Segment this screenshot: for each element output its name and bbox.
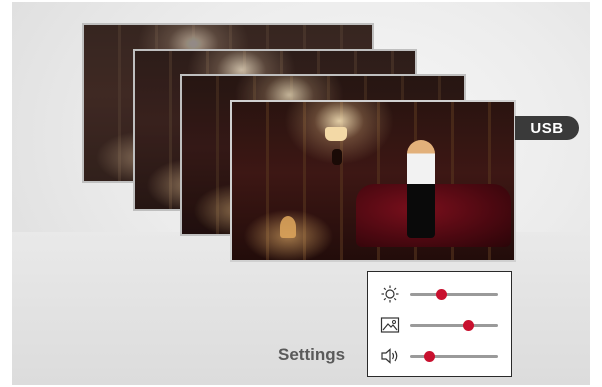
settings-label: Settings	[278, 345, 346, 364]
brightness-row	[368, 282, 511, 306]
volume-slider[interactable]	[410, 351, 498, 362]
person	[406, 139, 435, 238]
lamp	[325, 127, 348, 142]
image-icon	[380, 317, 400, 333]
volume-slider-handle[interactable]	[424, 351, 436, 362]
lamp-base	[331, 149, 342, 166]
brightness-slider[interactable]	[410, 289, 498, 300]
volume-row	[368, 344, 511, 368]
picture-row	[368, 313, 511, 337]
brightness-slider-handle[interactable]	[435, 289, 447, 300]
picture-slider-handle[interactable]	[463, 320, 475, 331]
main-photo	[232, 102, 514, 260]
usb-source-tag[interactable]: USB	[515, 116, 579, 140]
picture-slider[interactable]	[410, 320, 498, 331]
main-photo-frame[interactable]	[230, 100, 516, 262]
sun-icon	[381, 285, 399, 303]
candle	[279, 215, 296, 238]
speaker-icon	[381, 348, 398, 364]
settings-panel	[367, 271, 512, 377]
